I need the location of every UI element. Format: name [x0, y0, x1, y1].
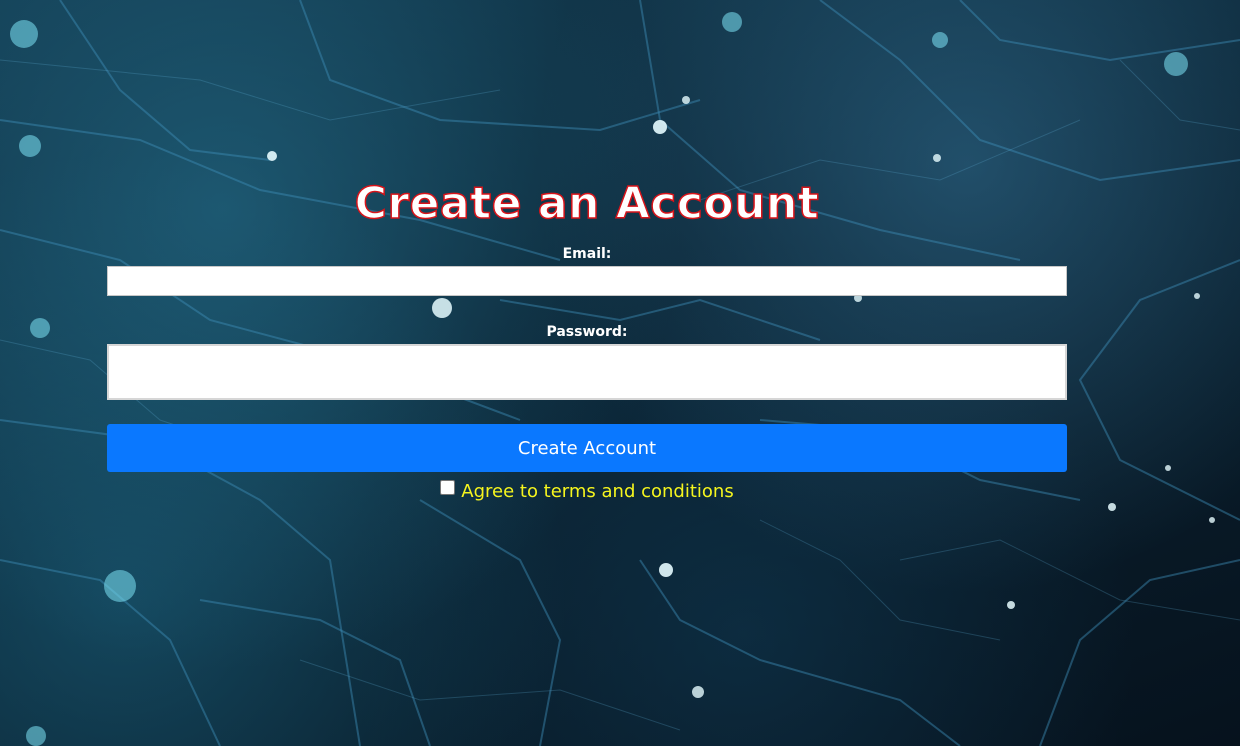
- email-label: Email:: [562, 246, 612, 262]
- email-input[interactable]: [107, 266, 1067, 296]
- page-title: Create an Account: [354, 177, 820, 230]
- terms-row: Agree to terms and conditions: [0, 480, 1174, 502]
- password-label: Password:: [546, 324, 628, 340]
- terms-label[interactable]: Agree to terms and conditions: [461, 481, 733, 502]
- create-account-button[interactable]: Create Account: [107, 424, 1067, 472]
- terms-checkbox[interactable]: [440, 480, 456, 495]
- password-input[interactable]: [107, 344, 1067, 400]
